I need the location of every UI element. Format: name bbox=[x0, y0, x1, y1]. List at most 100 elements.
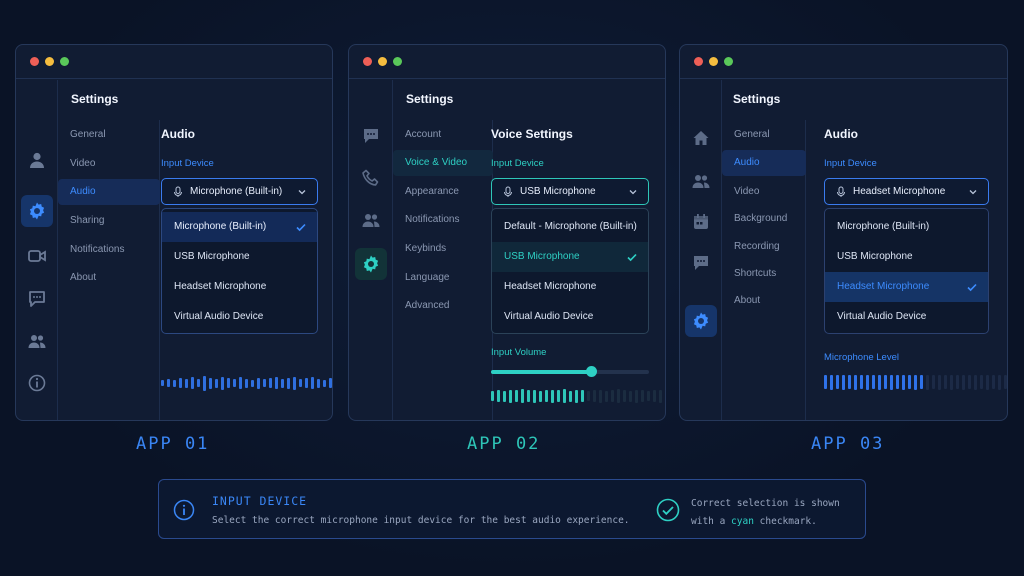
maximize-dot[interactable] bbox=[724, 57, 733, 66]
option-usb-microphone[interactable]: USB Microphone bbox=[825, 242, 988, 272]
user-icon[interactable] bbox=[21, 144, 53, 176]
app-label-1: APP 01 bbox=[136, 434, 210, 454]
level-bar bbox=[515, 390, 518, 402]
level-bar bbox=[938, 374, 941, 390]
subnav-recording[interactable]: Recording bbox=[734, 234, 780, 260]
subnav-appearance[interactable]: Appearance bbox=[405, 179, 459, 205]
option-microphone-builtin[interactable]: Microphone (Built-in) bbox=[825, 212, 988, 242]
subnav-audio[interactable]: Audio bbox=[722, 150, 806, 176]
minimize-dot[interactable] bbox=[709, 57, 718, 66]
subnav-advanced[interactable]: Advanced bbox=[405, 293, 449, 319]
subnav-shortcuts[interactable]: Shortcuts bbox=[734, 261, 776, 287]
input-device-select[interactable]: Headset Microphone bbox=[824, 178, 989, 205]
microphone-icon bbox=[174, 186, 182, 197]
title-bar bbox=[16, 45, 332, 79]
level-bar bbox=[998, 374, 1001, 390]
subnav-audio[interactable]: Audio bbox=[58, 179, 160, 205]
gear-icon[interactable] bbox=[21, 195, 53, 227]
subnav-general[interactable]: General bbox=[734, 122, 770, 148]
level-bar bbox=[914, 374, 917, 390]
close-dot[interactable] bbox=[694, 57, 703, 66]
option-default-microphone[interactable]: Default - Microphone (Built-in) bbox=[492, 212, 648, 242]
level-bar bbox=[974, 374, 977, 390]
level-bar bbox=[239, 377, 242, 389]
input-device-dropdown: Default - Microphone (Built-in) USB Micr… bbox=[491, 208, 649, 334]
gear-icon[interactable] bbox=[355, 248, 387, 280]
input-device-select[interactable]: Microphone (Built-in) bbox=[161, 178, 318, 205]
subnav-notifications[interactable]: Notifications bbox=[405, 207, 459, 233]
subnav-account[interactable]: Account bbox=[405, 122, 441, 148]
chat-icon[interactable] bbox=[685, 247, 717, 279]
subnav-general[interactable]: General bbox=[70, 122, 106, 148]
close-dot[interactable] bbox=[363, 57, 372, 66]
home-icon[interactable] bbox=[685, 122, 717, 154]
subnav-keybinds[interactable]: Keybinds bbox=[405, 236, 446, 262]
level-bar bbox=[281, 378, 284, 388]
level-bar bbox=[824, 375, 827, 389]
video-camera-icon[interactable] bbox=[21, 240, 53, 272]
level-bar bbox=[665, 391, 666, 402]
subnav-background[interactable]: Background bbox=[734, 206, 787, 232]
option-virtual-audio-device[interactable]: Virtual Audio Device bbox=[825, 302, 988, 332]
icon-rail bbox=[16, 80, 58, 420]
subnav-notifications[interactable]: Notifications bbox=[70, 237, 124, 263]
level-bar bbox=[932, 375, 935, 389]
selected-device-value: USB Microphone bbox=[520, 186, 596, 197]
minimize-dot[interactable] bbox=[45, 57, 54, 66]
chevron-down-icon bbox=[629, 190, 637, 195]
subnav-video[interactable]: Video bbox=[70, 151, 95, 177]
level-bar bbox=[944, 375, 947, 389]
subnav-about[interactable]: About bbox=[70, 265, 96, 291]
option-usb-microphone[interactable]: USB Microphone bbox=[162, 242, 317, 272]
level-bar bbox=[611, 390, 614, 402]
settings-title: Settings bbox=[733, 92, 781, 106]
subnav-language[interactable]: Language bbox=[405, 265, 450, 291]
minimize-dot[interactable] bbox=[378, 57, 387, 66]
level-bar bbox=[896, 375, 899, 389]
maximize-dot[interactable] bbox=[393, 57, 402, 66]
level-bar bbox=[221, 376, 224, 390]
option-headset-microphone[interactable]: Headset Microphone bbox=[162, 272, 317, 302]
level-bar bbox=[245, 378, 248, 388]
option-headset-microphone[interactable]: Headset Microphone bbox=[825, 272, 988, 302]
level-bar bbox=[599, 389, 602, 403]
level-bar bbox=[497, 390, 500, 402]
option-virtual-audio-device[interactable]: Virtual Audio Device bbox=[162, 302, 317, 332]
subnav-voice-video[interactable]: Voice & Video bbox=[393, 150, 493, 176]
option-headset-microphone[interactable]: Headset Microphone bbox=[492, 272, 648, 302]
people-icon[interactable] bbox=[685, 165, 717, 197]
people-icon[interactable] bbox=[355, 204, 387, 236]
selected-device-value: Microphone (Built-in) bbox=[190, 186, 283, 197]
microphone-level-label: Microphone Level bbox=[824, 352, 899, 363]
calendar-icon[interactable] bbox=[685, 206, 717, 238]
input-volume-slider[interactable] bbox=[491, 366, 649, 377]
volume-slider-handle[interactable] bbox=[585, 366, 597, 377]
subnav-about[interactable]: About bbox=[734, 288, 760, 314]
icon-rail bbox=[680, 80, 722, 420]
close-dot[interactable] bbox=[30, 57, 39, 66]
level-bar bbox=[323, 379, 326, 387]
level-bar bbox=[848, 375, 851, 389]
settings-subnav: Account Voice & Video Appearance Notific… bbox=[393, 120, 493, 420]
level-bar bbox=[878, 374, 881, 390]
chat-icon[interactable] bbox=[355, 120, 387, 152]
subnav-video[interactable]: Video bbox=[734, 179, 759, 205]
gear-icon[interactable] bbox=[685, 305, 717, 337]
option-microphone-builtin[interactable]: Microphone (Built-in) bbox=[162, 212, 317, 242]
volume-fill bbox=[491, 370, 591, 374]
input-device-label: Input Device bbox=[824, 158, 877, 169]
checkmark-icon bbox=[627, 253, 637, 262]
phone-icon[interactable] bbox=[355, 162, 387, 194]
input-device-select[interactable]: USB Microphone bbox=[491, 178, 649, 205]
chat-icon[interactable] bbox=[21, 283, 53, 315]
level-bar bbox=[311, 377, 314, 389]
level-bar bbox=[257, 377, 260, 389]
level-bar bbox=[902, 374, 905, 390]
subnav-sharing[interactable]: Sharing bbox=[70, 208, 104, 234]
level-bar bbox=[269, 378, 272, 388]
maximize-dot[interactable] bbox=[60, 57, 69, 66]
option-usb-microphone[interactable]: USB Microphone bbox=[492, 242, 648, 272]
info-icon[interactable] bbox=[21, 367, 53, 399]
people-icon[interactable] bbox=[21, 325, 53, 357]
option-virtual-audio-device[interactable]: Virtual Audio Device bbox=[492, 302, 648, 332]
